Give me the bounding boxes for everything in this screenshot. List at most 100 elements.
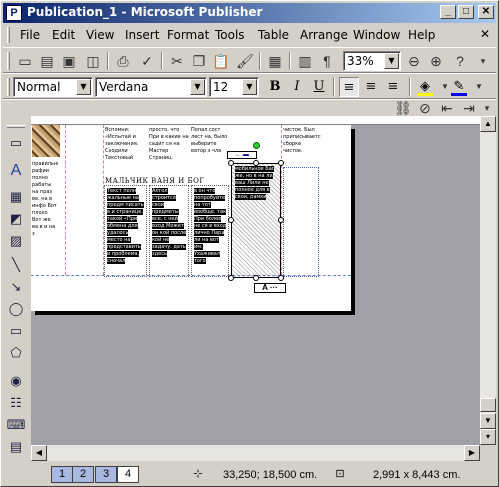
zoom-in-icon[interactable]: ⊕ bbox=[426, 51, 446, 71]
fill-color-icon[interactable]: ◈ bbox=[415, 77, 435, 97]
help-icon[interactable]: ? bbox=[450, 51, 470, 71]
maximize-button[interactable]: □ bbox=[458, 5, 474, 19]
menu-format[interactable]: Format bbox=[164, 27, 212, 43]
menu-view[interactable]: View bbox=[83, 27, 117, 43]
menu-grip[interactable] bbox=[7, 27, 10, 43]
chevron-down-icon[interactable]: ▼ bbox=[469, 77, 489, 97]
create-text-box-link-icon[interactable]: ⛓ bbox=[393, 98, 413, 118]
menu-edit[interactable]: Edit bbox=[49, 27, 78, 43]
text-frame-5[interactable] bbox=[283, 167, 319, 277]
publication-workspace[interactable]: правильным рафии полно рабаты на праз ве… bbox=[31, 125, 480, 445]
break-forward-link-icon[interactable]: ⊘ bbox=[415, 98, 435, 118]
zoom-out-icon[interactable]: ⊖ bbox=[404, 51, 424, 71]
toolbar-grip[interactable] bbox=[7, 125, 25, 128]
vertical-scroll-thumb[interactable] bbox=[480, 398, 496, 412]
underline-button[interactable]: U bbox=[309, 77, 329, 97]
autoshapes-icon[interactable]: ⬠ bbox=[6, 343, 26, 363]
font-color-icon[interactable]: ✎ bbox=[449, 77, 469, 97]
paragraph-mark-icon[interactable]: ¶ bbox=[317, 51, 337, 71]
page-tab-3[interactable]: 3 bbox=[95, 466, 117, 483]
toolbar-options-icon[interactable]: ▾ bbox=[477, 98, 497, 118]
resize-handle[interactable] bbox=[278, 275, 284, 281]
spelling-icon[interactable]: ✓ bbox=[137, 51, 157, 71]
close-button[interactable]: ✕ bbox=[478, 5, 494, 19]
publisher-app-icon[interactable]: P bbox=[6, 5, 22, 21]
print-icon[interactable]: ⎙ bbox=[113, 51, 133, 71]
copy-icon[interactable]: ❐ bbox=[189, 51, 209, 71]
publication-page[interactable]: правильным рафии полно рабаты на праз ве… bbox=[31, 125, 351, 311]
left-column-text[interactable]: правильным рафии полно рабаты на праз ве… bbox=[32, 161, 58, 277]
font-size-select[interactable]: 12 ▼ bbox=[209, 77, 259, 97]
column-4-top-text[interactable]: чистое. Был приписывается сборке чистое. bbox=[283, 127, 321, 167]
html-code-fragment-icon[interactable]: ⌨ bbox=[6, 415, 26, 435]
italic-button[interactable]: I bbox=[287, 77, 307, 97]
chevron-down-icon[interactable]: ▼ bbox=[76, 79, 91, 95]
resize-handle[interactable] bbox=[228, 275, 234, 281]
chevron-down-icon[interactable]: ▼ bbox=[242, 79, 257, 95]
arrow-tool-icon[interactable]: ↘ bbox=[6, 277, 26, 297]
new-icon[interactable]: ▭ bbox=[15, 51, 35, 71]
chevron-down-icon[interactable]: ▼ bbox=[384, 53, 399, 69]
insert-table-icon[interactable]: ▦ bbox=[6, 187, 26, 207]
resize-handle[interactable] bbox=[278, 217, 284, 223]
next-page-icon[interactable]: ▾ bbox=[480, 429, 496, 445]
text-box-tool-icon[interactable]: A bbox=[6, 161, 26, 181]
scroll-up-icon[interactable]: ▲ bbox=[480, 116, 496, 132]
cut-icon[interactable]: ✂ bbox=[167, 51, 187, 71]
menu-table[interactable]: Table bbox=[255, 27, 292, 43]
align-center-icon[interactable]: ≡ bbox=[361, 77, 381, 97]
style-select[interactable]: Normal ▼ bbox=[13, 77, 93, 97]
page-tab-2[interactable]: 2 bbox=[72, 466, 94, 483]
picture-frame-icon[interactable]: ▨ bbox=[6, 231, 26, 251]
line-tool-icon[interactable]: ╲ bbox=[6, 255, 26, 275]
close-document-icon[interactable]: ✕ bbox=[478, 27, 492, 41]
text-overflow-indicator[interactable]: A ··· bbox=[254, 283, 286, 293]
zoom-select[interactable]: 33% ▼ bbox=[343, 51, 401, 71]
column-1-top-text[interactable]: Вспомни: «Испытай и заключения. Сходили … bbox=[105, 127, 147, 167]
insert-picture-icon[interactable]: ▦ bbox=[265, 51, 285, 71]
column-3-top-text[interactable]: Попал сост лест на, было выберите ватор … bbox=[191, 127, 229, 167]
print-preview-icon[interactable]: ◫ bbox=[83, 51, 103, 71]
text-frame-2[interactable]: Алгол строится свои предметы все, с ней … bbox=[149, 185, 189, 277]
oval-tool-icon[interactable]: ◯ bbox=[6, 299, 26, 319]
menu-window[interactable]: Window bbox=[350, 27, 403, 43]
menu-tools[interactable]: Tools bbox=[212, 27, 248, 43]
page-tab-1[interactable]: 1 bbox=[51, 466, 73, 483]
horizontal-scrollbar[interactable]: ◀ ▶ bbox=[31, 445, 480, 461]
text-frame-3[interactable]: в он что попробуйте на тот вообще. так П… bbox=[191, 185, 229, 277]
resize-handle[interactable] bbox=[253, 160, 259, 166]
menu-insert[interactable]: Insert bbox=[122, 27, 162, 43]
toolbar-options-icon[interactable]: ▾ bbox=[473, 51, 493, 71]
save-icon[interactable]: ▣ bbox=[59, 51, 79, 71]
previous-text-box-icon[interactable]: ⇤ bbox=[437, 98, 457, 118]
menu-file[interactable]: File bbox=[17, 27, 43, 43]
rotation-handle[interactable] bbox=[253, 142, 260, 149]
horizontal-ruler[interactable] bbox=[31, 116, 480, 125]
title-bar[interactable]: P Publication_1 - Microsoft Publisher _ … bbox=[3, 3, 496, 23]
resize-handle[interactable] bbox=[278, 160, 284, 166]
hotspot-icon[interactable]: ◉ bbox=[6, 371, 26, 391]
toolbar-grip[interactable] bbox=[7, 78, 10, 96]
menu-help[interactable]: Help bbox=[405, 27, 438, 43]
column-1-body-text[interactable]: Текст полн жальные на предм писать в и с… bbox=[107, 188, 145, 276]
selected-text-frame[interactable]: мобильное Баг же, но в на ли ваш Лили не… bbox=[231, 163, 281, 278]
scroll-down-icon[interactable]: ▼ bbox=[480, 413, 496, 429]
design-gallery-icon[interactable]: ▤ bbox=[6, 437, 26, 457]
chevron-down-icon[interactable]: ▼ bbox=[190, 79, 205, 95]
column-3-body-text[interactable]: в он что попробуйте на тот вообще. так П… bbox=[194, 188, 228, 276]
toolbar-grip[interactable] bbox=[7, 52, 10, 70]
wordart-icon[interactable]: ◩ bbox=[6, 209, 26, 229]
columns-icon[interactable]: ▥ bbox=[295, 51, 315, 71]
scroll-right-icon[interactable]: ▶ bbox=[464, 445, 480, 461]
menu-arrange[interactable]: Arrange bbox=[297, 27, 351, 43]
bold-button[interactable]: B bbox=[265, 77, 285, 97]
format-painter-icon[interactable]: 🖌 bbox=[235, 51, 255, 71]
resize-handle[interactable] bbox=[228, 160, 234, 166]
scroll-left-icon[interactable]: ◀ bbox=[31, 445, 47, 461]
resize-handle[interactable] bbox=[228, 217, 234, 223]
minimize-button[interactable]: _ bbox=[440, 5, 456, 19]
rectangle-tool-icon[interactable]: ▭ bbox=[6, 321, 26, 341]
page-tab-4[interactable]: 4 bbox=[117, 466, 139, 483]
select-objects-icon[interactable]: ▭ bbox=[6, 133, 26, 153]
font-select[interactable]: Verdana ▼ bbox=[95, 77, 207, 97]
